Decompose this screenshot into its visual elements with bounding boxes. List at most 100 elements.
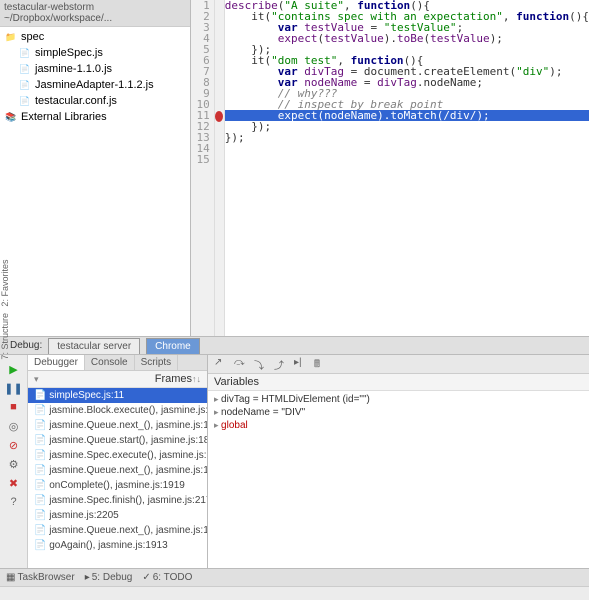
settings-button[interactable]: ⚙: [5, 455, 23, 473]
stop-button[interactable]: ■: [5, 398, 23, 416]
tree-file[interactable]: 📄simpleSpec.js: [0, 45, 190, 61]
step-into-button[interactable]: ⤵: [254, 357, 268, 371]
tab-scripts[interactable]: Scripts: [135, 355, 179, 370]
strip-favorites[interactable]: 2: Favorites: [0, 260, 14, 307]
stack-frame-icon: 📄: [34, 390, 49, 401]
debug-area: ▶ ❚❚ ■ ◎ ⊘ ⚙ ✖ ? Debugger Console Script…: [0, 354, 589, 568]
variables-title: Variables: [214, 376, 583, 388]
tree-file[interactable]: 📄jasmine-1.1.0.js: [0, 61, 190, 77]
mute-breakpoints-button[interactable]: ⊘: [5, 436, 23, 454]
show-execution-point-button[interactable]: ↗: [214, 357, 228, 371]
stack-frame-icon: 📄: [34, 495, 49, 506]
step-over-button[interactable]: ⤼: [234, 357, 248, 371]
tree-label: External Libraries: [21, 111, 107, 123]
stack-frame-icon: 📄: [34, 405, 49, 416]
tree-label: jasmine-1.1.0.js: [35, 63, 112, 75]
frames-title: Frames: [155, 373, 192, 385]
breakpoint-column[interactable]: [215, 0, 225, 336]
debug-tab-bar: Debug: testacular server Chrome: [0, 336, 589, 354]
next-frame-button[interactable]: ↓: [197, 374, 202, 384]
frames-panel: Debugger Console Scripts ▾ Frames ↑ ↓ 📄 …: [28, 355, 208, 568]
tree-file[interactable]: 📄JasmineAdapter-1.1.2.js: [0, 77, 190, 93]
run-to-cursor-button[interactable]: ▸|: [294, 357, 308, 371]
tool-debug[interactable]: ▸ 5: Debug: [85, 572, 133, 583]
code-line[interactable]: expect(testValue).toBe(testValue);: [225, 33, 589, 44]
pause-button[interactable]: ❚❚: [5, 379, 23, 397]
tree-root[interactable]: 📁 spec: [0, 29, 190, 45]
frame-row[interactable]: 📄 jasmine.Spec.execute(), jasmine.js:220…: [28, 448, 207, 463]
variables-panel: ↗ ⤼ ⤵ ⤴ ▸| 🖩 Variables ▸ divTag = HTMLDi…: [208, 355, 589, 568]
project-tree: 📁 spec 📄simpleSpec.js📄jasmine-1.1.0.js📄J…: [0, 27, 190, 127]
variable-row[interactable]: ▸ global: [208, 419, 589, 432]
tree-label: JasmineAdapter-1.1.2.js: [35, 79, 154, 91]
frames-list[interactable]: 📄 simpleSpec.js:11📄 jasmine.Block.execut…: [28, 388, 207, 568]
debug-inner-tabs: Debugger Console Scripts: [28, 355, 207, 371]
step-toolbar: ↗ ⤼ ⤵ ⤴ ▸| 🖩: [208, 355, 589, 374]
file-icon: 📄: [18, 46, 32, 60]
frame-row[interactable]: 📄 jasmine.Queue.start(), jasmine.js:1876: [28, 433, 207, 448]
resume-button[interactable]: ▶: [5, 360, 23, 378]
file-icon: 📄: [18, 78, 32, 92]
library-icon: 📚: [4, 110, 18, 124]
tree-file[interactable]: 📄testacular.conf.js: [0, 93, 190, 109]
code-line[interactable]: expect(nodeName).toMatch(/div/);: [225, 110, 589, 121]
close-button[interactable]: ✖: [5, 474, 23, 492]
frames-header: ▾ Frames ↑ ↓: [28, 371, 207, 388]
tree-label: spec: [21, 31, 44, 43]
variable-row[interactable]: ▸ nodeName = "DIV": [208, 406, 589, 419]
stack-frame-icon: 📄: [34, 510, 49, 521]
tool-taskbrowser[interactable]: ▦ TaskBrowser: [6, 572, 75, 583]
debug-label: Debug:: [10, 340, 42, 351]
strip-structure[interactable]: 7: Structure: [0, 313, 14, 360]
stack-frame-icon: 📄: [34, 540, 49, 551]
stack-frame-icon: 📄: [34, 450, 49, 461]
frame-row[interactable]: 📄 jasmine.Spec.finish(), jasmine.js:2178: [28, 493, 207, 508]
variable-row[interactable]: ▸ divTag = HTMLDivElement (id=""): [208, 393, 589, 406]
frame-row[interactable]: 📄 onComplete(), jasmine.js:1919: [28, 478, 207, 493]
frame-row[interactable]: 📄 jasmine.Queue.next_(), jasmine.js:1923: [28, 418, 207, 433]
view-breakpoints-button[interactable]: ◎: [5, 417, 23, 435]
code-line[interactable]: });: [225, 132, 589, 143]
stack-frame-icon: 📄: [34, 435, 49, 446]
frame-row[interactable]: 📄 jasmine.js:2205: [28, 508, 207, 523]
left-tool-strip: 7: Structure 2: Favorites: [0, 260, 14, 360]
stack-frame-icon: 📄: [34, 420, 49, 431]
tree-external[interactable]: 📚 External Libraries: [0, 109, 190, 125]
frame-row[interactable]: 📄 simpleSpec.js:11: [28, 388, 207, 403]
help-button[interactable]: ?: [5, 493, 23, 511]
frame-row[interactable]: 📄 jasmine.Queue.next_(), jasmine.js:1923: [28, 463, 207, 478]
stack-frame-icon: 📄: [34, 465, 49, 476]
frame-row[interactable]: 📄 jasmine.Block.execute(), jasmine.js:11…: [28, 403, 207, 418]
stack-frame-icon: 📄: [34, 480, 49, 491]
file-icon: 📄: [18, 62, 32, 76]
step-out-button[interactable]: ⤴: [274, 357, 288, 371]
tool-todo[interactable]: ✓ 6: TODO: [142, 572, 192, 583]
expand-icon[interactable]: ▸: [214, 407, 221, 417]
variables-header: Variables: [208, 374, 589, 391]
code-line[interactable]: });: [225, 121, 589, 132]
line-gutter: 123456789101112131415: [191, 0, 215, 336]
code-area[interactable]: describe("A suite", function(){ it("cont…: [225, 0, 589, 336]
code-line[interactable]: [225, 143, 589, 154]
status-bar: [0, 586, 589, 600]
tree-label: simpleSpec.js: [35, 47, 103, 59]
frame-row[interactable]: 📄 goAgain(), jasmine.js:1913: [28, 538, 207, 553]
expand-icon[interactable]: ▸: [214, 420, 221, 430]
frame-row[interactable]: 📄 jasmine.Queue.next_(), jasmine.js:1933: [28, 523, 207, 538]
expand-icon[interactable]: ▸: [214, 394, 221, 404]
project-panel: testacular-webstorm ~/Dropbox/workspace/…: [0, 0, 191, 336]
debug-run-controls: ▶ ❚❚ ■ ◎ ⊘ ⚙ ✖ ?: [0, 355, 28, 568]
breakpoint-icon[interactable]: [215, 111, 223, 122]
variables-list[interactable]: ▸ divTag = HTMLDivElement (id="")▸ nodeN…: [208, 391, 589, 568]
evaluate-button[interactable]: 🖩: [314, 357, 328, 371]
tab-chrome[interactable]: Chrome: [146, 338, 200, 354]
tab-debugger[interactable]: Debugger: [28, 355, 85, 370]
file-icon: 📄: [18, 94, 32, 108]
tab-console[interactable]: Console: [85, 355, 135, 370]
tab-server[interactable]: testacular server: [48, 338, 140, 354]
project-header: testacular-webstorm ~/Dropbox/workspace/…: [0, 0, 190, 27]
code-line[interactable]: [225, 154, 589, 165]
code-editor[interactable]: 123456789101112131415 describe("A suite"…: [191, 0, 589, 336]
tree-label: testacular.conf.js: [35, 95, 117, 107]
arrow-down-icon[interactable]: ▾: [34, 374, 155, 385]
